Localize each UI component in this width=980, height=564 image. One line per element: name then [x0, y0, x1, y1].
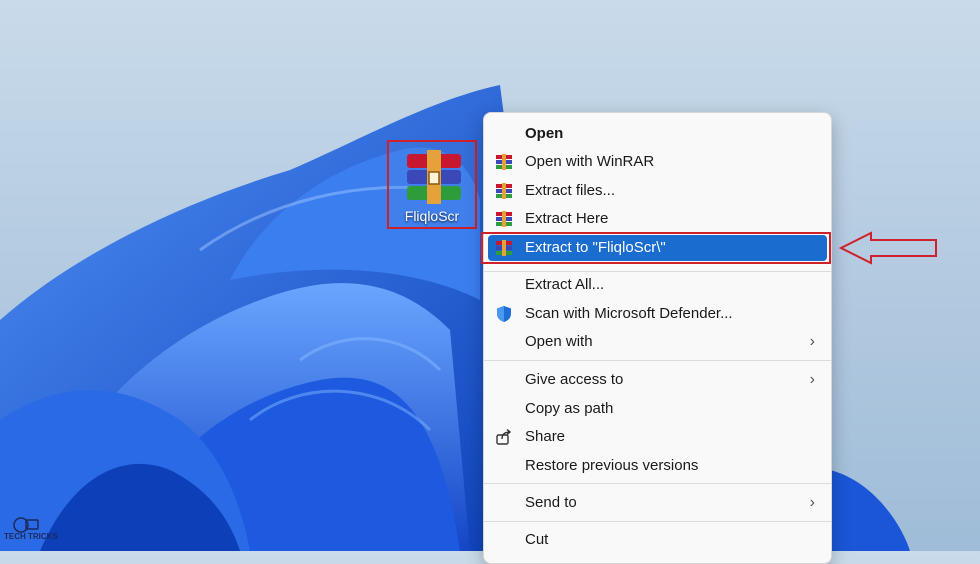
menu-item-extract-all[interactable]: Extract All...: [488, 272, 827, 298]
desktop-file-fliqloscr[interactable]: FliqloScr: [387, 140, 477, 229]
menu-item-copy-as-path[interactable]: Copy as path: [488, 396, 827, 422]
menu-item-label: Share: [525, 428, 566, 445]
menu-item-label: Open with WinRAR: [525, 153, 655, 170]
menu-item-scan-defender[interactable]: Scan with Microsoft Defender...: [488, 301, 827, 327]
menu-item-give-access[interactable]: Give access to ›: [488, 367, 827, 393]
share-icon: [496, 428, 512, 445]
menu-item-label: Scan with Microsoft Defender...: [525, 305, 733, 322]
menu-item-label: Open: [525, 125, 564, 142]
menu-item-label: Give access to: [525, 371, 624, 388]
annotation-highlight-box: [481, 232, 831, 264]
chevron-right-icon: ›: [809, 371, 815, 388]
menu-item-label: Extract Here: [525, 210, 609, 227]
menu-item-send-to[interactable]: Send to ›: [488, 490, 827, 516]
menu-separator: [484, 521, 831, 522]
menu-item-share[interactable]: Share: [488, 424, 827, 450]
winrar-archive-icon: [407, 150, 461, 204]
chevron-right-icon: ›: [809, 494, 815, 511]
menu-item-label: Cut: [525, 531, 549, 548]
menu-item-label: Send to: [525, 494, 577, 511]
menu-item-extract-here[interactable]: Extract Here: [488, 206, 827, 232]
winrar-icon: [496, 183, 512, 199]
menu-item-label: Extract All...: [525, 276, 605, 293]
chevron-right-icon: ›: [809, 333, 815, 350]
menu-item-label: Open with: [525, 333, 593, 350]
menu-separator: [484, 360, 831, 361]
menu-item-cut[interactable]: Cut: [488, 527, 827, 553]
context-menu: Open Open with WinRAR Extract files... E…: [483, 112, 832, 564]
winrar-icon: [496, 154, 512, 170]
menu-item-label: Copy as path: [525, 400, 614, 417]
winrar-icon: [496, 211, 512, 227]
menu-item-open-with[interactable]: Open with ›: [488, 329, 827, 355]
menu-item-restore-previous[interactable]: Restore previous versions: [488, 453, 827, 479]
tech-tricks-watermark: TECH TRICKS: [2, 516, 58, 550]
menu-item-open-with-winrar[interactable]: Open with WinRAR: [488, 149, 827, 175]
menu-item-label: Restore previous versions: [525, 457, 699, 474]
annotation-arrow-left-icon: [838, 231, 937, 265]
desktop-file-label: FliqloScr: [404, 208, 460, 224]
menu-item-extract-files[interactable]: Extract files...: [488, 178, 827, 204]
menu-separator: [484, 483, 831, 484]
menu-item-open[interactable]: Open: [488, 121, 827, 147]
watermark-text: TECH TRICKS: [4, 532, 58, 541]
menu-item-label: Extract files...: [525, 182, 616, 199]
defender-shield-icon: [497, 306, 511, 322]
